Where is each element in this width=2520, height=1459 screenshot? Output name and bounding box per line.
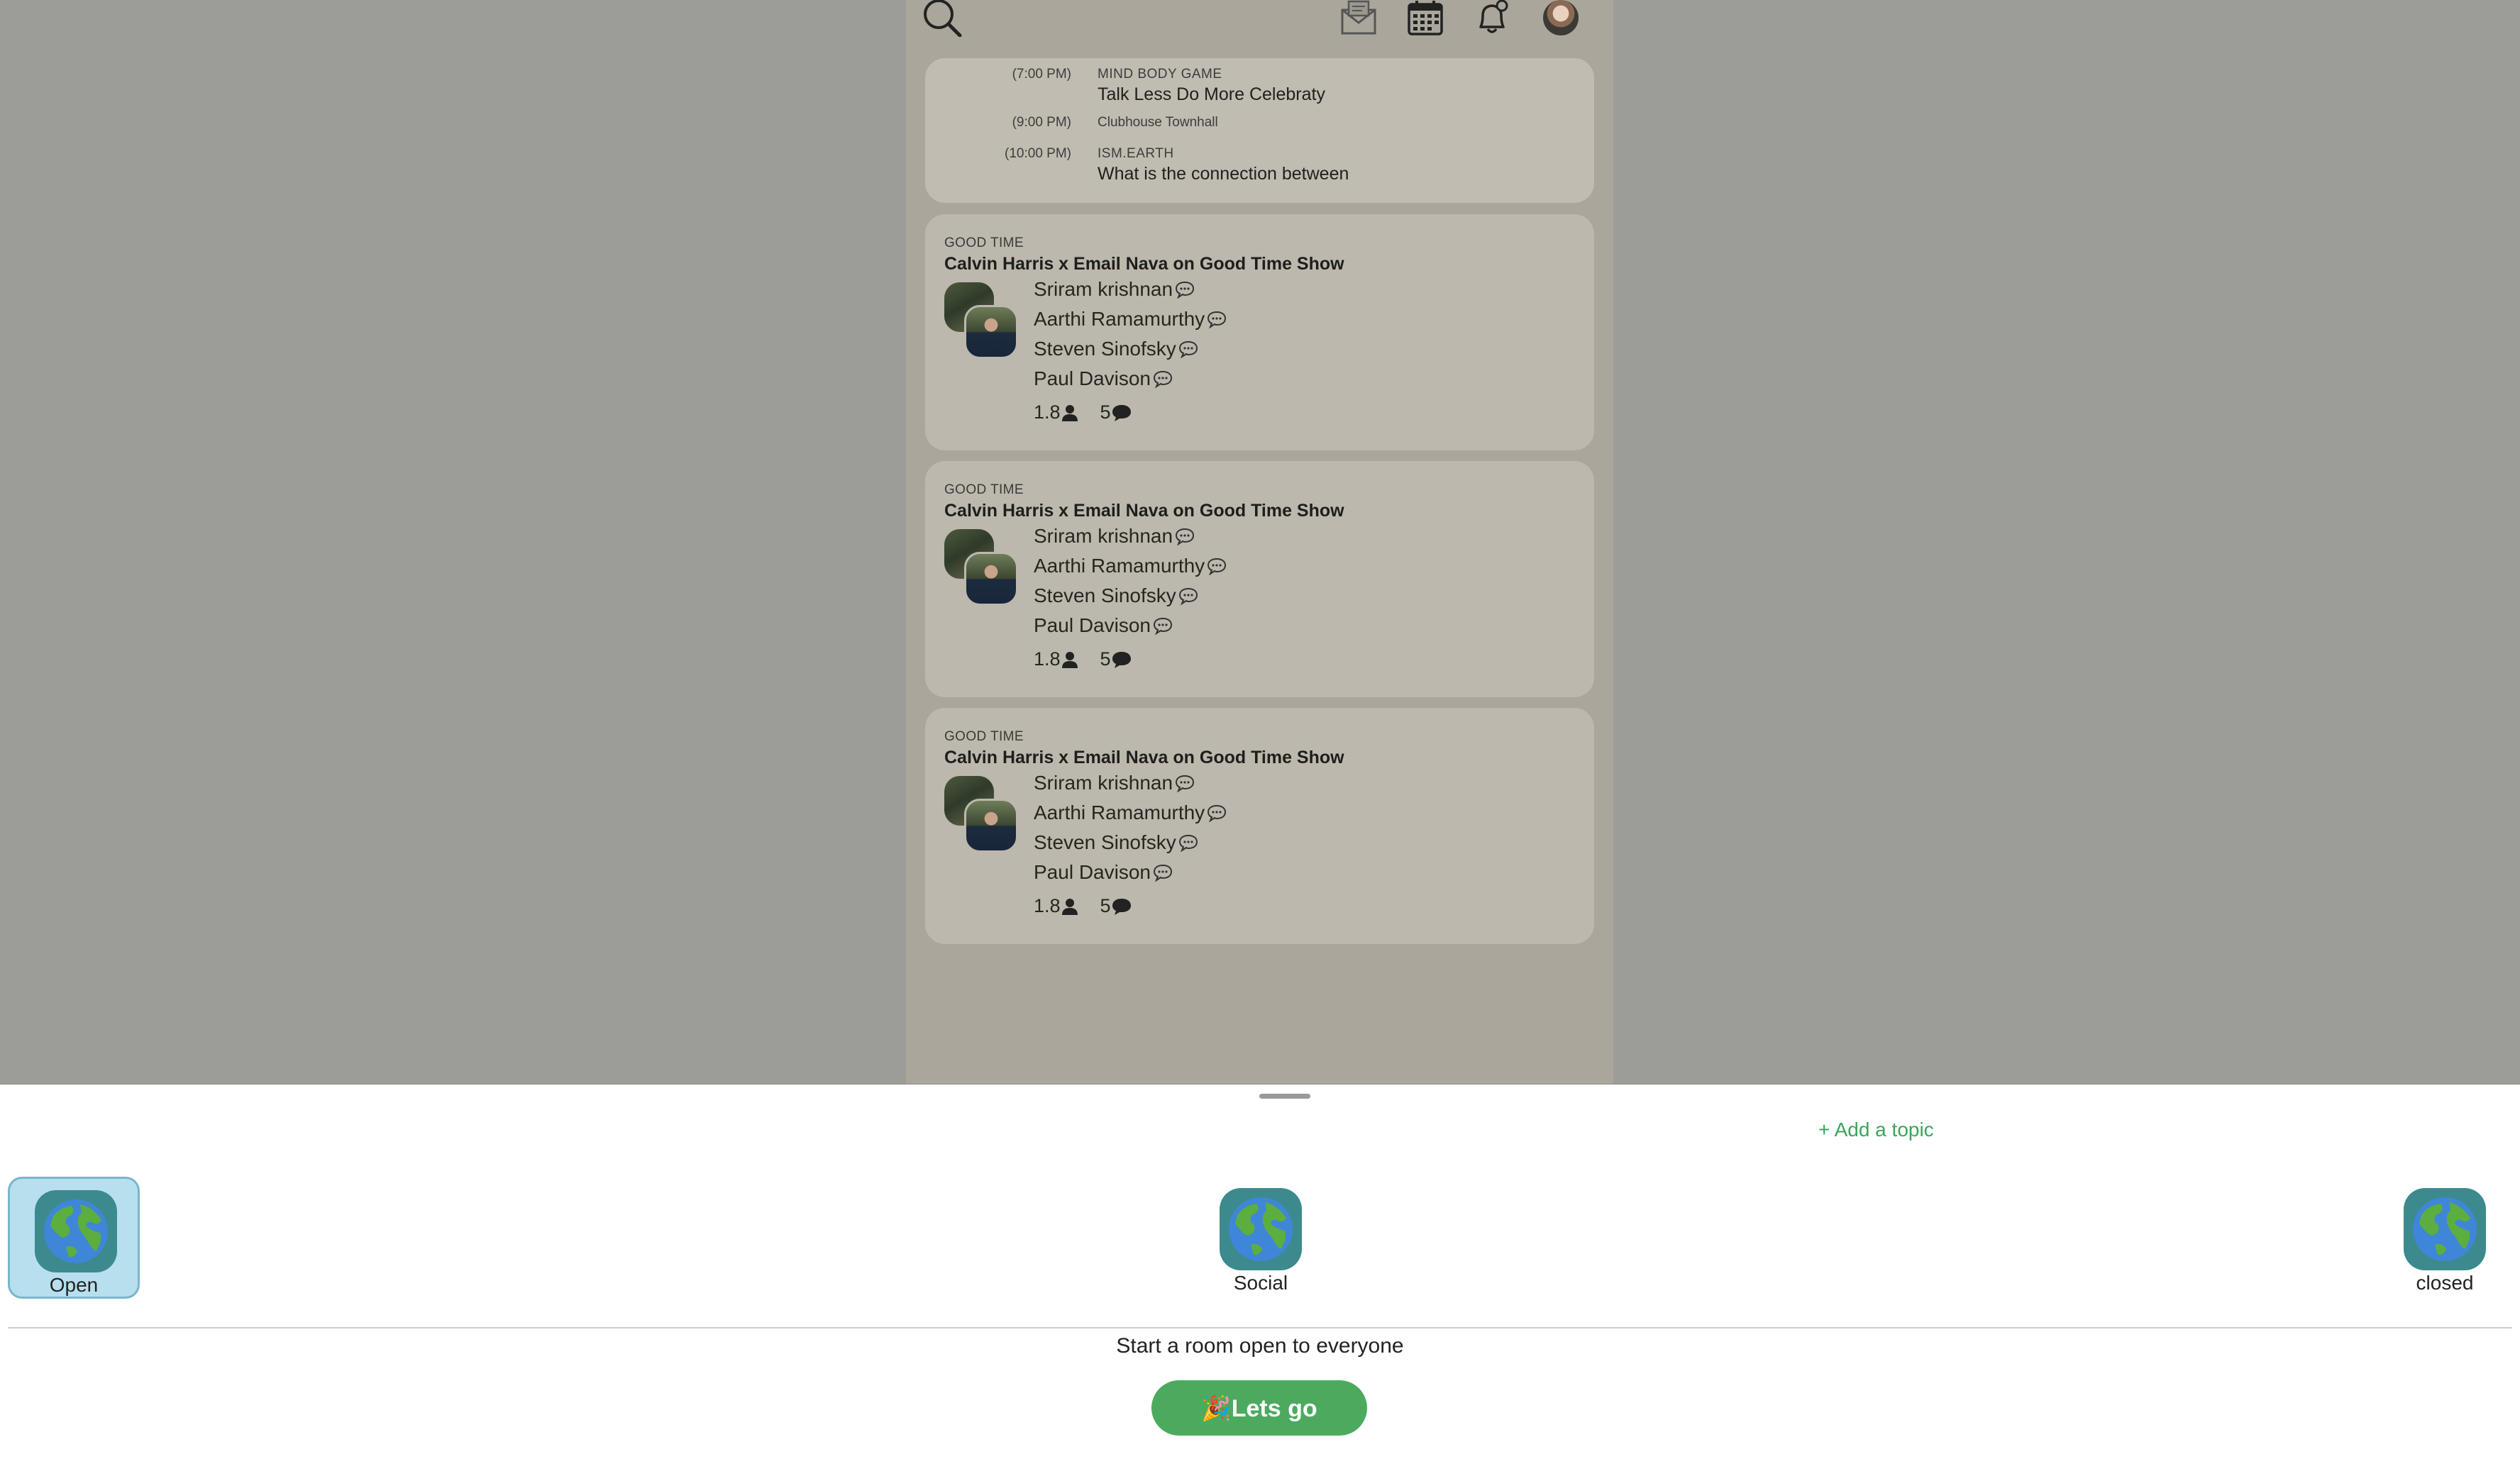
speech-bubble-icon [1176, 775, 1195, 792]
room-club-name: GOOD TIME [944, 482, 1024, 497]
room-type-label: closed [2416, 1272, 2474, 1294]
speech-bubble-icon [1178, 587, 1198, 605]
event-title: Talk Less Do More Celebraty [1098, 84, 1325, 104]
speaker-name: Paul Davison [1034, 367, 1173, 390]
event-time: (10:00 PM) [1005, 146, 1071, 161]
party-popper-icon: 🎉 [1201, 1395, 1232, 1422]
room-stats: 1.8 5 [1034, 648, 1132, 670]
person-icon [1061, 651, 1078, 668]
add-topic-link[interactable]: + Add a topic [1818, 1119, 1934, 1141]
person-icon [1061, 898, 1078, 915]
top-bar [906, 0, 1613, 43]
speaker-name: Steven Sinofsky [1034, 584, 1199, 607]
speaker-name: Steven Sinofsky [1034, 831, 1199, 854]
search-icon[interactable] [922, 0, 963, 37]
speech-bubble-icon [1178, 340, 1198, 358]
event-time: (7:00 PM) [1012, 67, 1071, 82]
speaker-count: 5 [1100, 401, 1111, 423]
speaker-avatar [964, 552, 1018, 606]
room-type-closed-option[interactable]: closed [2379, 1177, 2511, 1299]
divider [8, 1327, 2512, 1328]
room-title: Calvin Harris x Email Nava on Good Time … [944, 501, 1344, 521]
event-club: Clubhouse Townhall [1098, 115, 1218, 130]
globe-icon [1220, 1188, 1302, 1270]
room-type-open-option[interactable]: Open [8, 1177, 140, 1299]
speaker-name: Aarthi Ramamurthy [1034, 801, 1227, 824]
sheet-drag-handle[interactable] [1259, 1094, 1310, 1099]
chat-bubble-icon [1112, 404, 1131, 421]
listener-count: 1.8 [1034, 401, 1061, 423]
room-stats: 1.8 5 [1034, 895, 1132, 917]
room-type-social-option[interactable]: Social [1195, 1177, 1327, 1299]
room-stats: 1.8 5 [1034, 401, 1132, 423]
speaker-name: Paul Davison [1034, 861, 1173, 884]
room-club-name: GOOD TIME [944, 729, 1024, 744]
speaker-avatar [964, 305, 1018, 359]
room-description: Start a room open to everyone [1116, 1334, 1404, 1358]
speaker-count: 5 [1100, 895, 1111, 916]
event-time: (9:00 PM) [1012, 115, 1071, 130]
room-card[interactable]: GOOD TIME Calvin Harris x Email Nava on … [925, 214, 1594, 450]
speech-bubble-icon [1208, 804, 1227, 822]
speaker-name: Aarthi Ramamurthy [1034, 555, 1227, 577]
event-club: MIND BODY GAME [1098, 67, 1222, 82]
profile-avatar[interactable] [1543, 0, 1579, 35]
lets-go-label: Lets go [1231, 1395, 1317, 1422]
speech-bubble-icon [1153, 864, 1172, 882]
chat-bubble-icon [1112, 898, 1131, 915]
event-title: What is the connection between [1098, 164, 1349, 184]
speaker-name: Sriram krishnan [1034, 772, 1195, 794]
notification-bell-icon[interactable] [1474, 0, 1510, 35]
speech-bubble-icon [1178, 834, 1198, 852]
speech-bubble-icon [1176, 281, 1195, 299]
start-room-sheet: + Add a topic Open Social closed Start a… [0, 1084, 2520, 1459]
room-card[interactable]: GOOD TIME Calvin Harris x Email Nava on … [925, 461, 1594, 697]
speaker-name: Steven Sinofsky [1034, 338, 1199, 360]
event-club: ISM.EARTH [1098, 146, 1174, 161]
room-card[interactable]: GOOD TIME Calvin Harris x Email Nava on … [925, 708, 1594, 944]
speech-bubble-icon [1153, 617, 1172, 635]
speaker-name: Paul Davison [1034, 614, 1173, 637]
room-type-label: Social [1233, 1272, 1288, 1294]
chat-bubble-icon [1112, 651, 1131, 668]
room-title: Calvin Harris x Email Nava on Good Time … [944, 254, 1344, 274]
speaker-avatar [964, 799, 1018, 853]
speech-bubble-icon [1208, 311, 1227, 328]
globe-icon [2404, 1188, 2486, 1270]
listener-count: 1.8 [1034, 648, 1061, 670]
hallway-screen: (7:00 PM) MIND BODY GAME Talk Less Do Mo… [906, 0, 1613, 1084]
person-icon [1061, 404, 1078, 421]
speech-bubble-icon [1208, 557, 1227, 575]
speaker-name: Sriram krishnan [1034, 278, 1195, 301]
globe-icon [35, 1190, 117, 1272]
speech-bubble-icon [1176, 528, 1195, 545]
speaker-count: 5 [1100, 648, 1111, 670]
speaker-name: Aarthi Ramamurthy [1034, 308, 1227, 331]
room-club-name: GOOD TIME [944, 235, 1024, 250]
speech-bubble-icon [1153, 370, 1172, 388]
calendar-icon[interactable] [1407, 0, 1444, 35]
listener-count: 1.8 [1034, 895, 1061, 916]
lets-go-button[interactable]: 🎉Lets go [1151, 1380, 1367, 1436]
room-title: Calvin Harris x Email Nava on Good Time … [944, 748, 1344, 767]
speaker-name: Sriram krishnan [1034, 525, 1195, 548]
room-type-label: Open [49, 1274, 99, 1296]
upcoming-events-card[interactable]: (7:00 PM) MIND BODY GAME Talk Less Do Mo… [925, 58, 1594, 203]
invite-envelope-icon[interactable] [1340, 0, 1377, 35]
